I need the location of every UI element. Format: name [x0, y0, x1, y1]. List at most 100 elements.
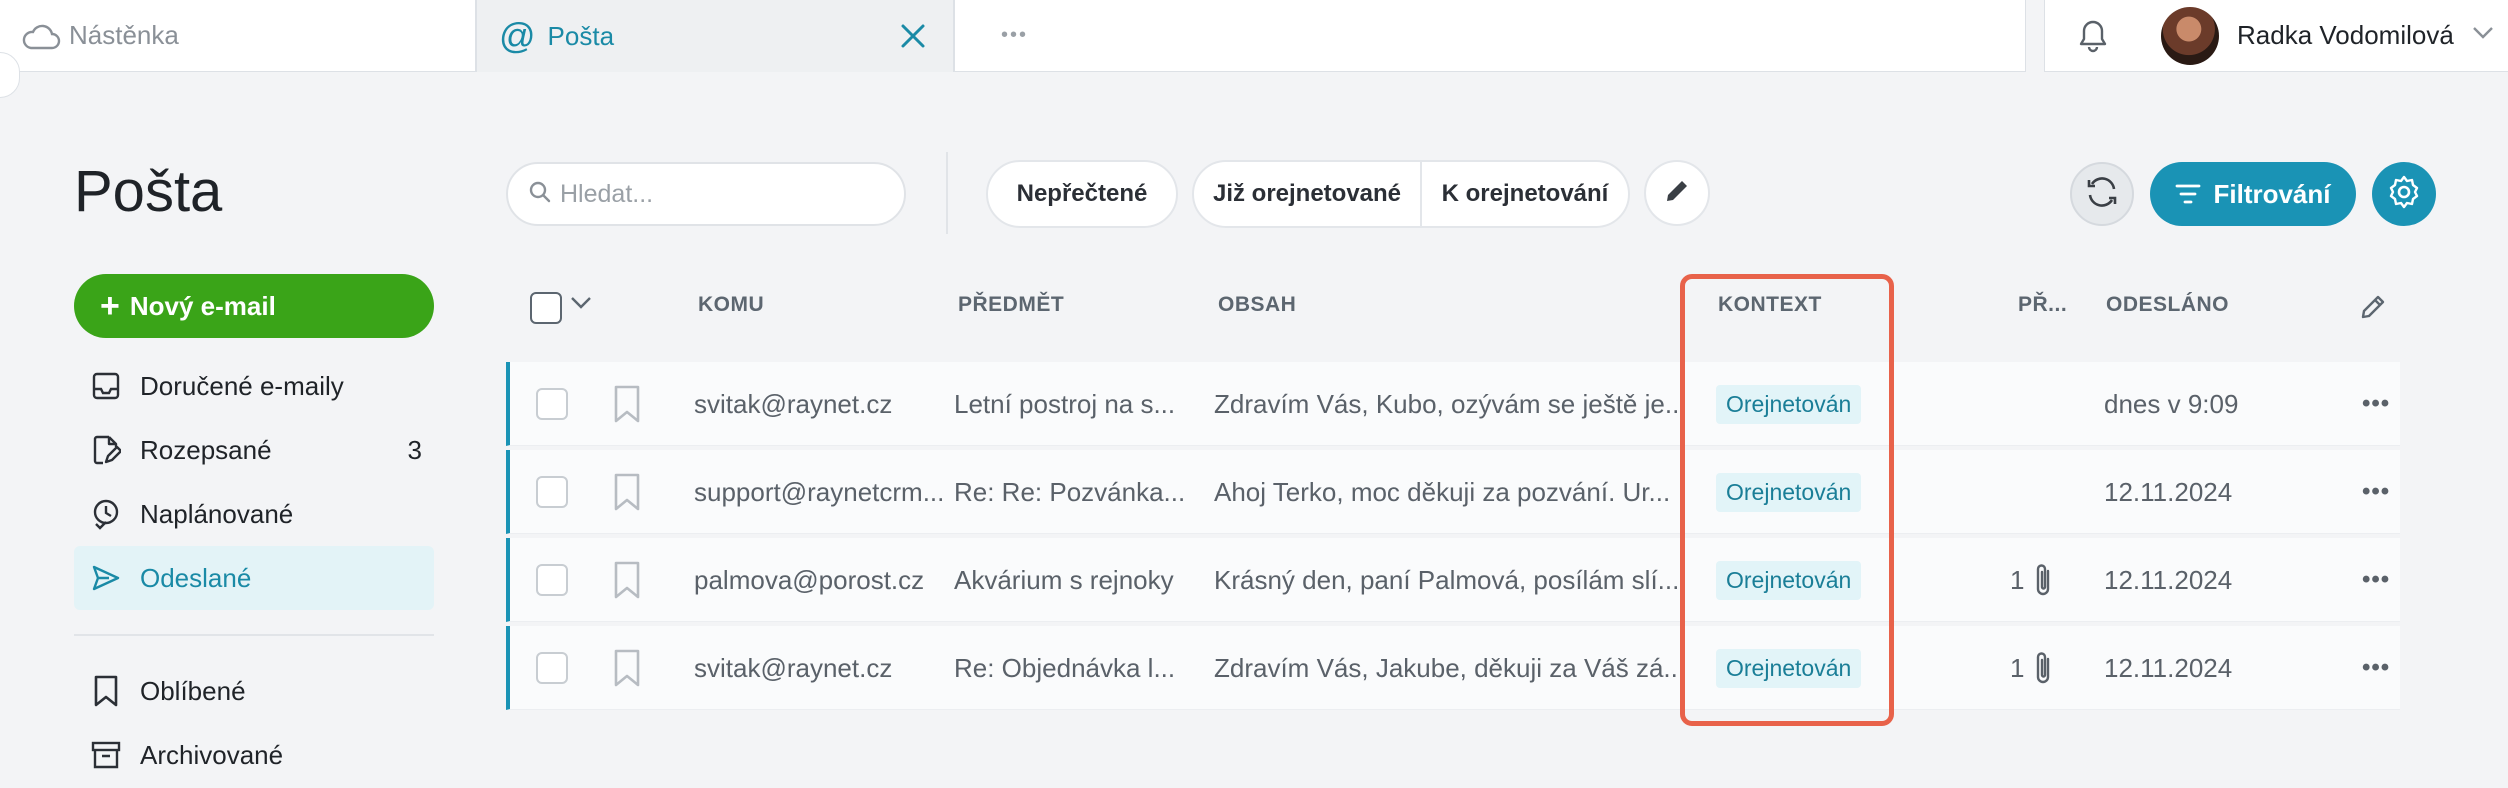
row-sent: 12.11.2024: [2104, 564, 2233, 595]
pencil-icon: [1662, 176, 1692, 211]
filter-button[interactable]: Filtrování: [2150, 162, 2356, 226]
close-icon[interactable]: [895, 18, 931, 54]
row-to: svitak@raynet.cz: [694, 652, 893, 683]
table-row[interactable]: svitak@raynet.cz Letní postroj na s... Z…: [506, 362, 2400, 446]
filter-to-tag-button[interactable]: K orejnetování: [1420, 160, 1630, 228]
plus-icon: +: [100, 286, 120, 325]
column-header-content[interactable]: OBSAH: [1218, 293, 1296, 317]
row-attachments[interactable]: 1: [2010, 538, 2090, 622]
table-row[interactable]: support@raynetcrm... Re: Re: Pozvánka...…: [506, 450, 2400, 534]
row-subject: Letní postroj na s...: [954, 388, 1176, 419]
new-email-button[interactable]: + Nový e-mail: [74, 274, 434, 338]
bookmark-icon: [86, 671, 126, 711]
toolbar-divider: [946, 152, 948, 234]
sidebar-item-label: Rozepsané: [140, 434, 272, 465]
bookmark-icon[interactable]: [612, 560, 642, 605]
edit-filters-button[interactable]: [1644, 160, 1710, 226]
context-badge: Orejnetován: [1716, 384, 1862, 424]
filter-button-label: Filtrování: [2213, 178, 2331, 209]
sidebar-divider: [74, 634, 434, 636]
table-row[interactable]: palmova@porost.cz Akvárium s rejnoky Krá…: [506, 538, 2400, 622]
settings-button[interactable]: [2372, 162, 2436, 226]
filter-unread-button[interactable]: Nepřečtené: [986, 160, 1178, 228]
column-header-context[interactable]: KONTEXT: [1718, 293, 1822, 317]
paperclip-icon: [2037, 564, 2050, 596]
sidebar-item-label: Archivované: [140, 739, 284, 770]
tab-mail[interactable]: @ Pošta: [476, 0, 954, 72]
at-icon: @: [499, 15, 536, 56]
sidebar-item-favorites[interactable]: Oblíbené: [74, 659, 434, 723]
row-sent: dnes v 9:09: [2104, 388, 2239, 419]
page-title: Pošta: [74, 159, 223, 224]
column-header-sent[interactable]: ODESLÁNO: [2106, 293, 2229, 317]
attachment-count: 1: [2010, 652, 2025, 683]
tab-more[interactable]: •••: [954, 0, 2026, 72]
row-subject: Akvárium s rejnoky: [954, 564, 1174, 595]
bell-icon[interactable]: [2075, 18, 2111, 54]
bookmark-icon[interactable]: [612, 648, 642, 693]
column-header-attachments[interactable]: PŘ...: [2018, 293, 2067, 317]
row-checkbox[interactable]: [536, 564, 568, 596]
row-to: svitak@raynet.cz: [694, 388, 893, 419]
row-checkbox[interactable]: [536, 652, 568, 684]
refresh-button[interactable]: [2070, 162, 2134, 226]
archive-icon: [86, 735, 126, 775]
sidebar-item-label: Oblíbené: [140, 675, 246, 706]
bookmark-icon[interactable]: [612, 472, 642, 517]
inbox-icon: [86, 366, 126, 406]
chevron-down-icon[interactable]: [2472, 26, 2494, 45]
tab-dashboard[interactable]: Nástěnka: [0, 0, 476, 72]
search-input[interactable]: [560, 179, 880, 209]
sidebar-item-archived[interactable]: Archivované: [74, 723, 434, 787]
row-checkbox[interactable]: [536, 476, 568, 508]
tab-dashboard-label: Nástěnka: [69, 20, 179, 50]
edit-columns-icon[interactable]: [2358, 292, 2388, 327]
draft-icon: [86, 430, 126, 470]
row-to: support@raynetcrm...: [694, 476, 944, 507]
table-row[interactable]: svitak@raynet.cz Re: Objednávka l... Zdr…: [506, 626, 2400, 710]
scheduled-icon: [86, 494, 126, 534]
chevron-down-icon[interactable]: [570, 296, 592, 315]
refresh-icon: [2083, 173, 2121, 216]
send-icon: [86, 558, 126, 598]
row-menu-icon[interactable]: •••: [2362, 566, 2390, 594]
user-menu[interactable]: Radka Vodomilová: [2044, 0, 2508, 72]
paperclip-icon: [2037, 652, 2050, 684]
tab-mail-label: Pošta: [547, 20, 615, 51]
row-to: palmova@porost.cz: [694, 564, 925, 595]
cloud-icon: [21, 20, 63, 52]
context-badge: Orejnetován: [1716, 648, 1862, 688]
row-subject: Re: Objednávka l...: [954, 652, 1176, 683]
filter-icon: [2176, 184, 2201, 204]
sidebar-item-scheduled[interactable]: Naplánované: [74, 482, 434, 546]
row-menu-icon[interactable]: •••: [2362, 654, 2390, 682]
select-all-checkbox[interactable]: [530, 292, 562, 324]
bookmark-icon[interactable]: [612, 384, 642, 429]
drafts-count: 3: [407, 434, 422, 465]
context-badge: Orejnetován: [1716, 560, 1862, 600]
column-header-to[interactable]: KOMU: [698, 293, 764, 317]
row-menu-icon[interactable]: •••: [2362, 478, 2390, 506]
row-sent: 12.11.2024: [2104, 652, 2233, 683]
row-menu-icon[interactable]: •••: [2362, 390, 2390, 418]
column-header-subject[interactable]: PŘEDMĚT: [958, 293, 1064, 317]
sidebar-item-drafts[interactable]: Rozepsané 3: [74, 418, 434, 482]
search-icon: [528, 180, 552, 209]
sidebar-item-label: Doručené e-maily: [140, 370, 344, 401]
sidebar-item-sent[interactable]: Odeslané: [74, 546, 434, 610]
search-box[interactable]: [506, 162, 906, 226]
context-badge: Orejnetován: [1716, 472, 1862, 512]
row-sent: 12.11.2024: [2104, 476, 2233, 507]
more-icon: •••: [1001, 24, 1029, 46]
row-content: Zdravím Vás, Jakube, děkuji za Váš zá...: [1214, 652, 1684, 683]
row-content: Ahoj Terko, moc děkuji za pozvání. Ur...: [1214, 476, 1671, 507]
avatar[interactable]: [2161, 6, 2219, 65]
filter-already-tagged-button[interactable]: Již orejnetované: [1192, 160, 1422, 228]
sidebar-item-label: Odeslané: [140, 562, 252, 593]
row-attachments[interactable]: 1: [2010, 626, 2090, 710]
row-content: Krásný den, paní Palmová, posílám slí...: [1214, 564, 1680, 595]
row-content: Zdravím Vás, Kubo, ozývám se ještě je...: [1214, 388, 1684, 419]
gear-icon: [2386, 174, 2422, 215]
sidebar-item-inbox[interactable]: Doručené e-maily: [74, 354, 434, 418]
row-checkbox[interactable]: [536, 388, 568, 420]
